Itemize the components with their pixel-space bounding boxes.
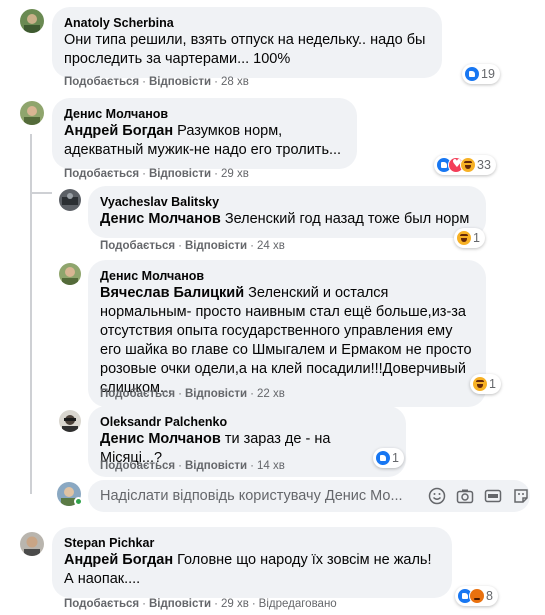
comment-text: Вячеслав Балицкий Зеленский и остался но… [100,284,474,398]
reply-button[interactable]: Відповісти [149,168,211,180]
comment-bubble: Денис Молчанов Вячеслав Балицкий Зеленск… [88,260,486,407]
reaction-summary[interactable]: 1 [373,448,404,468]
reaction-count: 8 [486,589,493,603]
reply-button[interactable]: Відповісти [185,460,247,472]
like-reaction-icon [464,66,480,82]
reply-placeholder: Надіслати відповідь користувачу Денис Мо… [100,488,403,504]
comment-text: Андрей Богдан Головне що народу їх зовсі… [64,551,440,589]
mention-link[interactable]: Денис Молчанов [100,431,221,447]
reply-button[interactable]: Відповісти [149,76,211,88]
comment-author[interactable]: Денис Молчанов [100,268,474,284]
avatar[interactable] [20,9,44,33]
comment-meta: Подобається · Відповісти · 14 хв [100,460,285,472]
reaction-count: 33 [477,158,491,172]
comment-time[interactable]: 28 хв [221,76,249,88]
comment-time[interactable]: 14 хв [257,460,285,472]
camera-icon[interactable] [456,487,474,505]
comment-author[interactable]: Oleksandr Palchenko [100,414,394,430]
reply-button[interactable]: Відповісти [149,598,211,610]
avatar[interactable] [20,532,44,556]
online-status-dot [74,497,83,506]
comment-time[interactable]: 29 хв [221,168,249,180]
comment-author[interactable]: Vyacheslav Balitsky [100,194,474,210]
sticker-icon[interactable] [512,487,530,505]
like-button[interactable]: Подобається [100,388,175,400]
reaction-summary[interactable]: 33 [434,155,496,175]
thread-line [30,134,32,494]
comment-author[interactable]: Stepan Pichkar [64,535,440,551]
comment-body: Зеленский и остался нормальным- просто н… [100,285,472,396]
avatar[interactable] [20,101,44,125]
haha-reaction-icon [460,157,476,173]
like-reaction-icon [375,450,391,466]
avatar[interactable] [59,189,81,211]
comment-text: Андрей Богдан Разумков норм, адекватный … [64,122,345,160]
avatar[interactable] [59,410,81,432]
like-button[interactable]: Подобається [100,240,175,252]
comment-author[interactable]: Anatoly Scherbina [64,15,430,31]
reaction-count: 1 [489,377,496,391]
haha-reaction-icon [472,376,488,392]
comment-bubble: Vyacheslav Balitsky Денис Молчанов Зелен… [88,186,486,238]
comment-time[interactable]: 29 хв [221,598,249,610]
comment-text: Денис Молчанов Зеленский год назад тоже … [100,210,474,229]
like-button[interactable]: Подобається [64,76,139,88]
reply-button[interactable]: Відповісти [185,240,247,252]
haha-reaction-icon [456,230,472,246]
comment-meta: Подобається · Відповісти · 28 хв [64,76,249,88]
mention-link[interactable]: Денис Молчанов [100,211,221,227]
reaction-summary[interactable]: 1 [470,374,501,394]
angry-reaction-icon [469,588,485,604]
comment-body: Зеленский год назад тоже был норм [224,211,470,227]
comment-time[interactable]: 22 хв [257,388,285,400]
avatar[interactable] [59,263,81,285]
comment-body: Они типа решили, взять отпуск на недельк… [64,32,426,67]
comment-author[interactable]: Денис Молчанов [64,106,345,122]
edited-label[interactable]: Відредаговано [259,598,337,610]
comment-bubble: Anatoly Scherbina Они типа решили, взять… [52,7,442,78]
comment-meta: Подобається · Відповісти · 24 хв [100,240,285,252]
reaction-summary[interactable]: 1 [454,228,485,248]
reaction-count: 1 [392,451,399,465]
reaction-count: 19 [481,67,495,81]
reaction-summary[interactable]: 8 [455,586,498,606]
gif-icon[interactable] [484,487,502,505]
comment-time[interactable]: 24 хв [257,240,285,252]
like-button[interactable]: Подобається [64,598,139,610]
emoji-icon[interactable] [428,487,446,505]
reaction-count: 1 [473,231,480,245]
thread-line-branch [30,192,52,194]
comment-text: Они типа решили, взять отпуск на недельк… [64,31,430,69]
comment-meta: Подобається · Відповісти · 29 хв · Відредагова… [64,598,337,610]
mention-link[interactable]: Андрей Богдан [64,123,173,139]
like-button[interactable]: Подобається [100,460,175,472]
comment-bubble: Денис Молчанов Андрей Богдан Разумков но… [52,98,357,169]
comment-meta: Подобається · Відповісти · 29 хв [64,168,249,180]
comment-bubble: Stepan Pichkar Андрей Богдан Головне що … [52,527,452,598]
mention-link[interactable]: Вячеслав Балицкий [100,285,244,301]
reply-input[interactable]: Надіслати відповідь користувачу Денис Мо… [88,480,530,512]
reaction-summary[interactable]: 19 [462,64,500,84]
reply-button[interactable]: Відповісти [185,388,247,400]
mention-link[interactable]: Андрей Богдан [64,552,173,568]
comment-meta: Подобається · Відповісти · 22 хв [100,388,285,400]
like-button[interactable]: Подобається [64,168,139,180]
